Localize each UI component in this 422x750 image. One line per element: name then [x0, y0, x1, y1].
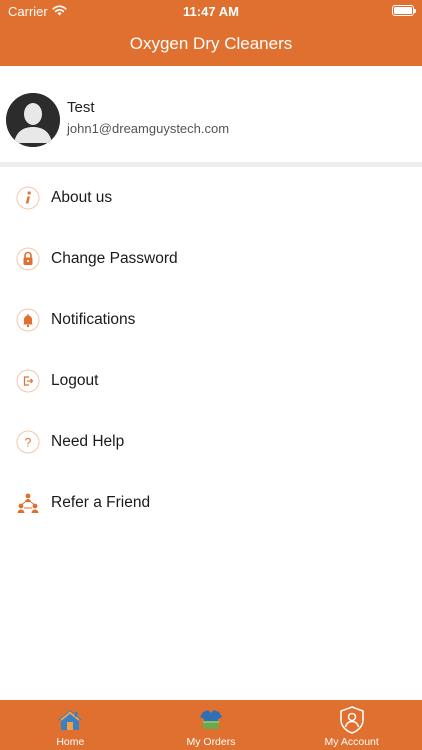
menu-item-need-help[interactable]: ? Need Help — [0, 411, 422, 472]
avatar[interactable] — [6, 93, 60, 147]
account-screen: Carrier 11:47 AM Oxygen Dry Cleaners Tes… — [0, 0, 422, 750]
app-header: Carrier 11:47 AM Oxygen Dry Cleaners — [0, 0, 422, 66]
info-icon — [16, 186, 40, 210]
tab-my-orders[interactable]: My Orders — [141, 700, 282, 750]
profile-email: john1@dreamguystech.com — [67, 121, 230, 136]
menu-label: Notifications — [51, 310, 136, 328]
orders-icon — [197, 706, 225, 734]
menu-item-change-password[interactable]: Change Password — [0, 228, 422, 289]
tab-label: My Account — [324, 736, 379, 748]
page-title: Oxygen Dry Cleaners — [129, 34, 293, 53]
menu-label: Refer a Friend — [51, 493, 151, 511]
menu-item-refer-a-friend[interactable]: Refer a Friend — [0, 472, 422, 533]
logout-icon — [16, 369, 40, 393]
menu-label: Change Password — [51, 249, 178, 267]
menu-item-notifications[interactable]: Notifications — [0, 289, 422, 350]
status-bar: Carrier 11:47 AM — [0, 0, 422, 24]
bottom-tab-bar: Home My Orders My Account — [0, 700, 422, 750]
tab-home[interactable]: Home — [0, 700, 141, 750]
svg-text:?: ? — [25, 435, 32, 449]
lock-icon — [16, 247, 40, 271]
profile-card[interactable]: Test john1@dreamguystech.com — [0, 66, 422, 162]
tab-my-account[interactable]: My Account — [281, 700, 422, 750]
status-time: 11:47 AM — [183, 4, 239, 19]
tab-label: Home — [56, 736, 85, 748]
profile-name: Test — [67, 99, 95, 116]
tab-label: My Orders — [186, 736, 236, 748]
help-icon: ? — [16, 430, 40, 454]
menu-item-about-us[interactable]: About us — [0, 167, 422, 228]
bell-icon — [16, 308, 40, 332]
menu-item-logout[interactable]: Logout — [0, 350, 422, 411]
account-menu: About us Change Password Notifications L… — [0, 167, 422, 533]
menu-label: Need Help — [51, 432, 125, 450]
user-silhouette-icon — [6, 93, 60, 147]
home-icon — [56, 706, 84, 734]
menu-label: Logout — [51, 371, 99, 389]
refer-friend-icon — [16, 491, 40, 515]
battery-icon — [392, 5, 416, 16]
account-icon — [338, 706, 366, 734]
menu-label: About us — [51, 188, 113, 206]
